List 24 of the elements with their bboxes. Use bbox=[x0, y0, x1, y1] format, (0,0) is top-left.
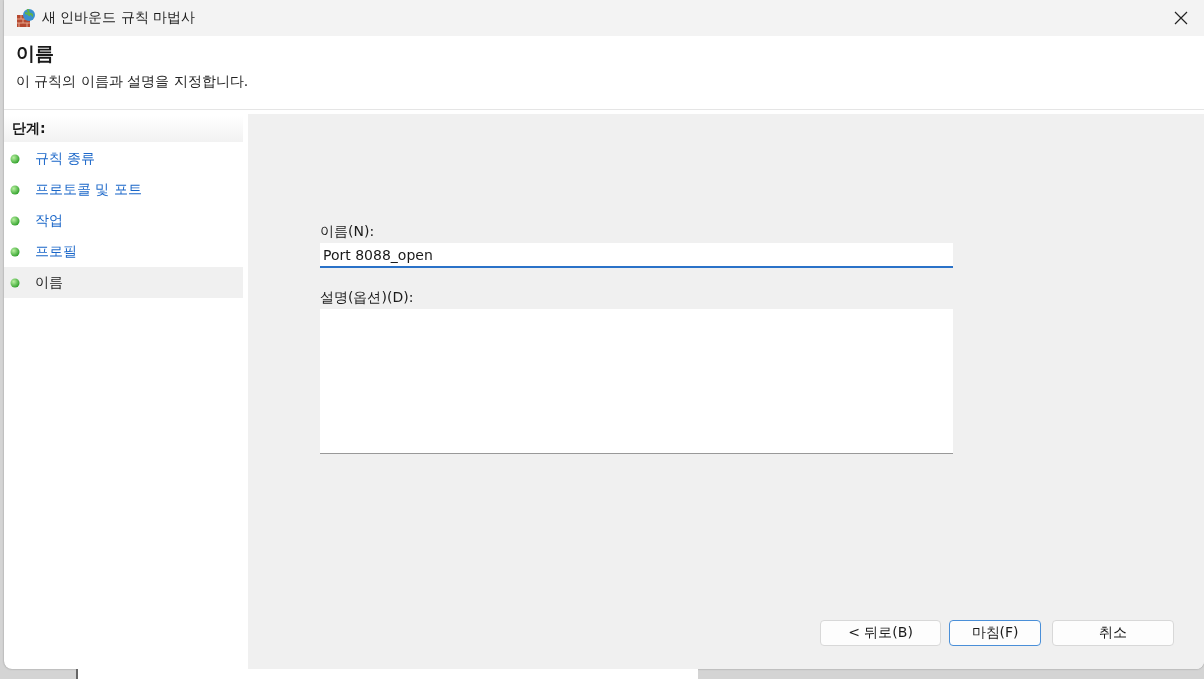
step-link[interactable]: 프로토콜 및 포트 bbox=[35, 180, 142, 199]
bullet-icon bbox=[10, 215, 20, 226]
bullet-icon bbox=[10, 246, 20, 257]
step-item[interactable]: 이름 bbox=[4, 267, 243, 298]
step-label: 이름 bbox=[35, 273, 63, 292]
steps-heading: 단계: bbox=[4, 115, 243, 142]
description-field[interactable] bbox=[320, 309, 953, 454]
name-field[interactable]: Port 8088_open bbox=[320, 243, 953, 268]
bullet-icon bbox=[10, 184, 20, 195]
step-link[interactable]: 작업 bbox=[35, 211, 63, 230]
close-icon bbox=[1174, 11, 1188, 25]
page-description: 이 규칙의 이름과 설명을 지정합니다. bbox=[16, 72, 250, 91]
step-link[interactable]: 프로필 bbox=[35, 242, 77, 261]
window-title: 새 인바운드 규칙 마법사 bbox=[42, 9, 196, 27]
bullet-icon bbox=[10, 153, 20, 164]
step-link[interactable]: 규칙 종류 bbox=[35, 149, 96, 168]
wizard-button[interactable]: 취소 bbox=[1052, 620, 1174, 646]
firewall-icon bbox=[16, 8, 36, 28]
wizard-button[interactable]: < 뒤로(B) bbox=[820, 620, 941, 646]
finish-button[interactable]: 마침(F) bbox=[949, 620, 1041, 646]
page-title: 이름 bbox=[16, 41, 55, 65]
bullet-icon bbox=[10, 277, 20, 288]
field-label: 이름(N): bbox=[320, 222, 376, 240]
field-label: 설명(옵션)(D): bbox=[320, 288, 415, 306]
